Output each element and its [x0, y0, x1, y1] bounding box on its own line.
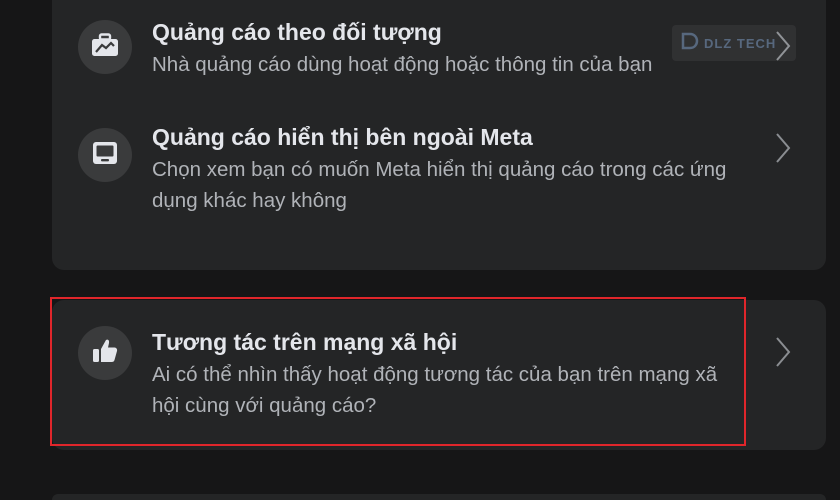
item-description: Nhà quảng cáo dùng hoạt động hoặc thông … — [152, 53, 653, 76]
item-text: Quảng cáo theo đối tượng Nhà quảng cáo d… — [152, 17, 746, 80]
laptop-icon — [92, 141, 118, 170]
settings-card-bottom: Tương tác trên mạng xã hội Ai có thể nhì… — [52, 300, 826, 450]
item-title: Tương tác trên mạng xã hội — [152, 329, 458, 355]
watermark-text: DLZ TECH — [704, 35, 777, 51]
watermark-logo-icon — [680, 31, 700, 56]
item-title: Quảng cáo hiển thị bên ngoài Meta — [152, 124, 533, 150]
item-text: Quảng cáo hiển thị bên ngoài Meta Chọn x… — [152, 122, 746, 216]
item-description: Chọn xem bạn có muốn Meta hiển thị quảng… — [152, 158, 727, 212]
item-text: Tương tác trên mạng xã hội Ai có thể nhì… — [152, 327, 746, 421]
item-title: Quảng cáo theo đối tượng — [152, 19, 442, 45]
chevron-right-icon — [772, 334, 794, 370]
watermark: DLZ TECH — [672, 25, 796, 61]
item-description: Ai có thể nhìn thấy hoạt động tương tác … — [152, 363, 718, 417]
off-meta-ads-item[interactable]: Quảng cáo hiển thị bên ngoài Meta Chọn x… — [52, 124, 826, 250]
icon-circle — [78, 326, 132, 380]
briefcase-icon — [91, 32, 119, 62]
next-card-edge — [52, 494, 826, 500]
thumbs-up-icon — [91, 337, 119, 370]
icon-circle — [78, 128, 132, 182]
icon-circle — [78, 20, 132, 74]
chevron-right-icon — [772, 130, 794, 166]
social-interactions-item[interactable]: Tương tác trên mạng xã hội Ai có thể nhì… — [52, 322, 826, 432]
